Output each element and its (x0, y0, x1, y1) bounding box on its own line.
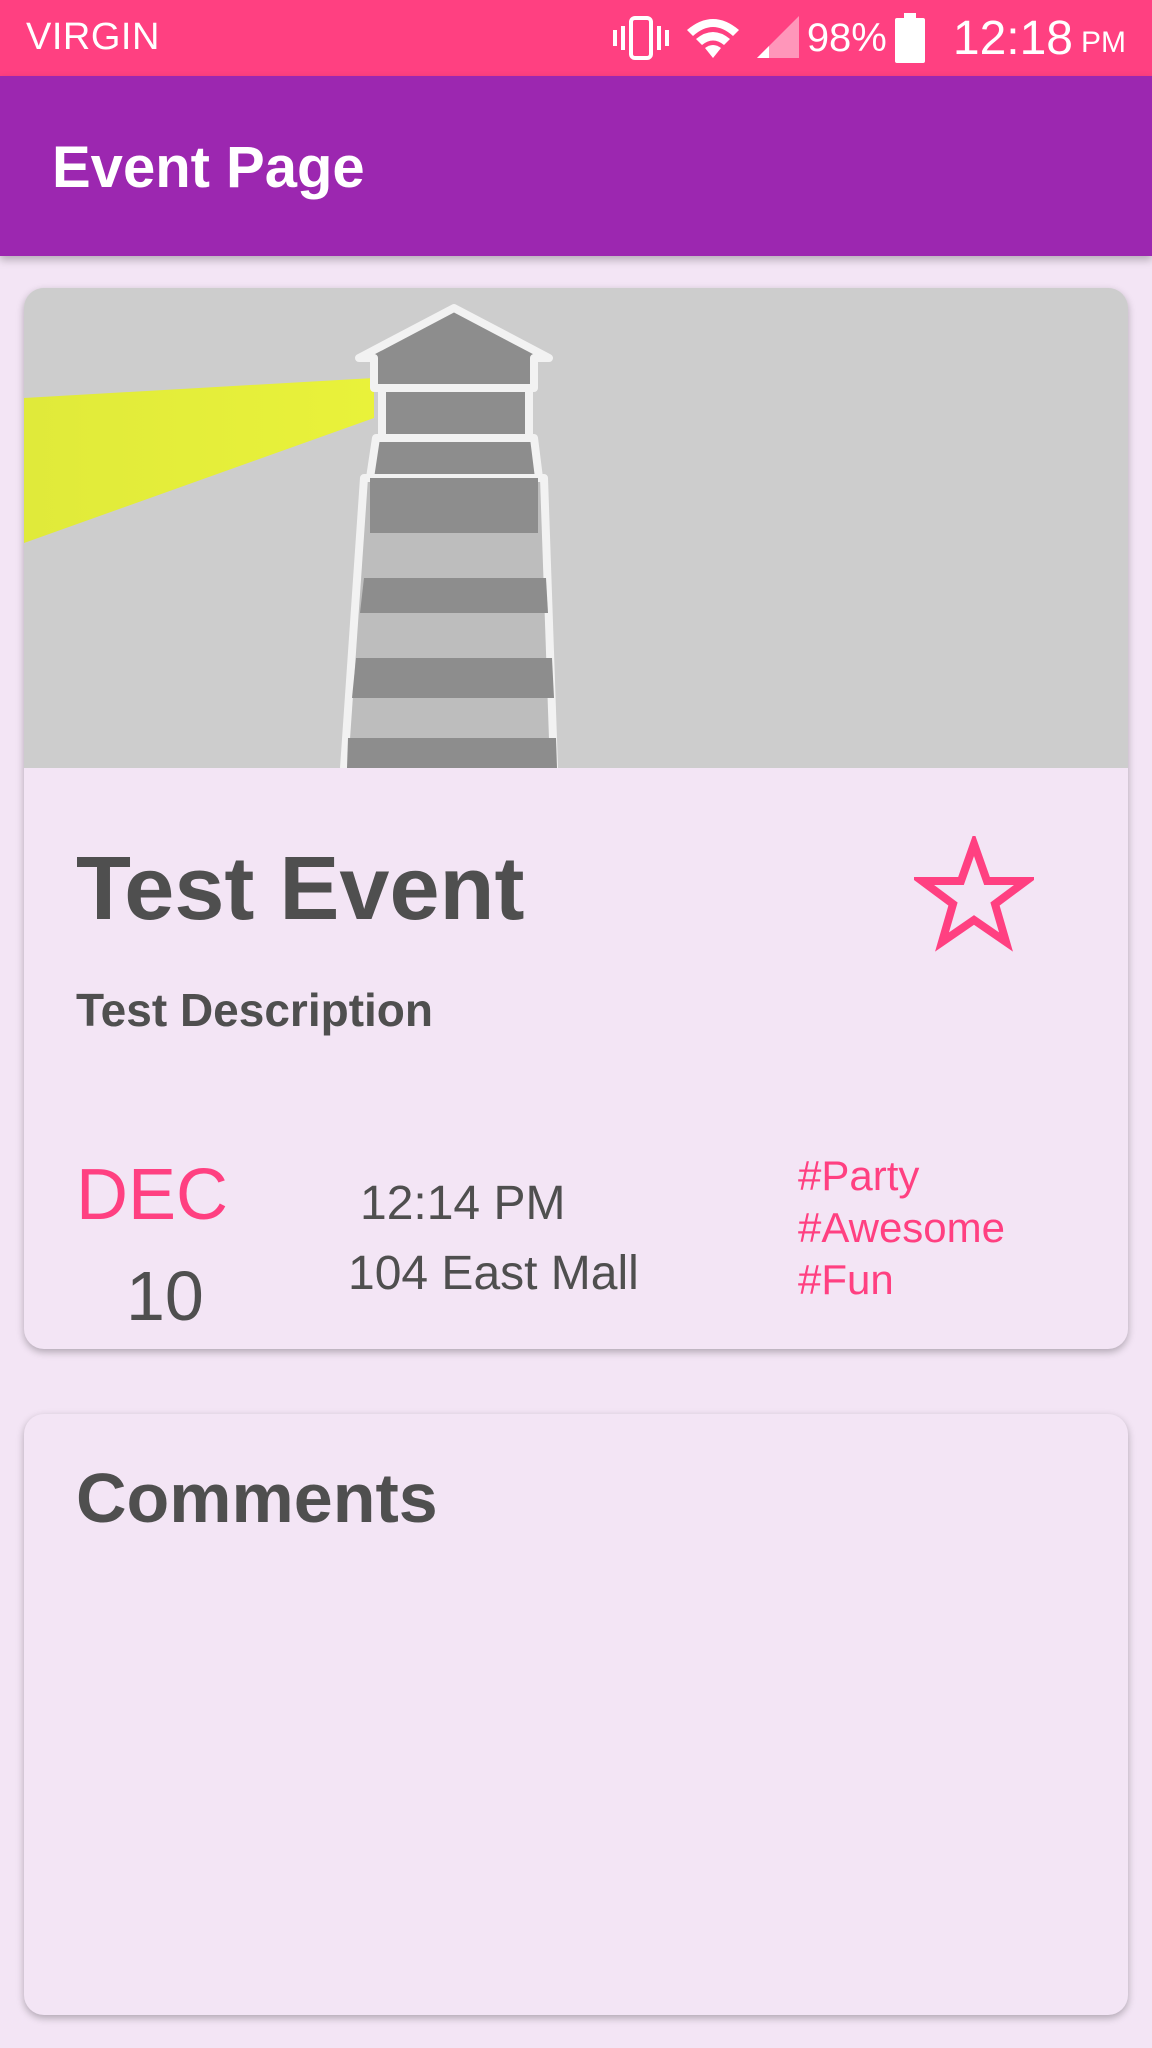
status-icons: 98% 12:18 PM (611, 8, 1126, 68)
wifi-icon (685, 14, 741, 62)
event-title: Test Event (76, 839, 525, 939)
event-description: Test Description (76, 984, 433, 1036)
favorite-button[interactable] (909, 831, 1039, 956)
battery-icon (894, 13, 925, 63)
carrier-name: VIRGIN (26, 16, 160, 58)
event-location[interactable]: 104 East Mall (348, 1246, 639, 1301)
comments-card: Comments (24, 1414, 1128, 2015)
comments-title: Comments (76, 1459, 438, 1537)
event-month: DEC (76, 1155, 229, 1235)
page-title: Event Page (52, 135, 365, 200)
clock-suffix: PM (1081, 26, 1126, 59)
event-tags: #Party #Awesome #Fun (798, 1150, 1005, 1306)
signal-icon (755, 14, 801, 62)
lighthouse-icon (24, 288, 1128, 768)
battery-percent: 98% (806, 15, 887, 60)
tag-fun[interactable]: #Fun (798, 1254, 1005, 1306)
event-card: Test Event Test Description DEC 10 12:14… (24, 288, 1128, 1349)
app-bar: Event Page (0, 76, 1152, 256)
event-time: 12:14 PM (360, 1177, 566, 1230)
tag-party[interactable]: #Party (798, 1150, 1005, 1202)
status-bar: VIRGIN 98% 12:18 PM (0, 0, 1152, 76)
tag-awesome[interactable]: #Awesome (798, 1202, 1005, 1254)
event-day: 10 (126, 1257, 204, 1335)
clock: 12:18 (952, 11, 1073, 65)
vibrate-icon (611, 14, 671, 62)
event-banner-image (24, 288, 1128, 768)
star-outline-icon (909, 831, 1039, 952)
